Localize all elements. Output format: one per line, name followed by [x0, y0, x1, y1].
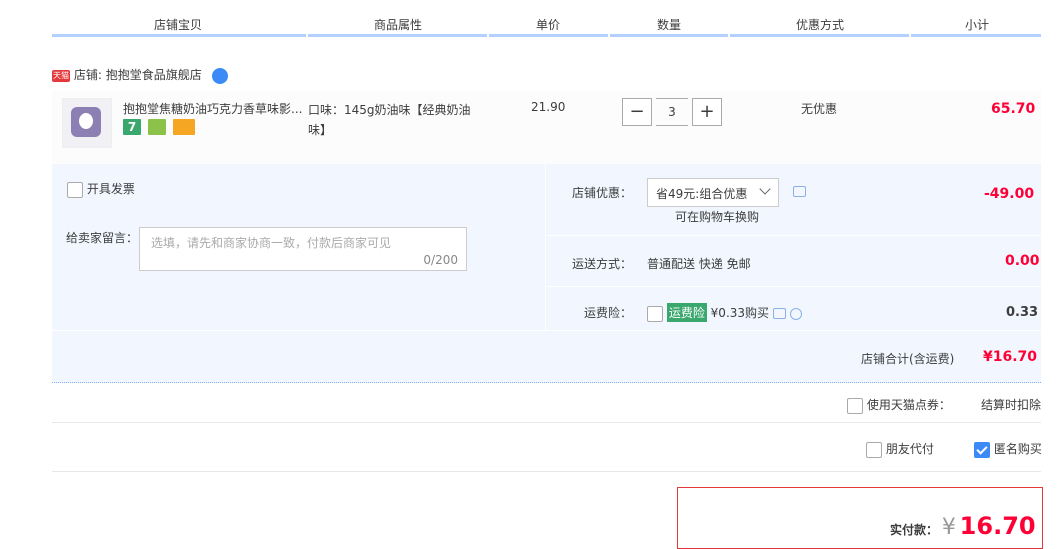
header-underline	[52, 34, 1041, 37]
attr-line-2: 味】	[308, 123, 333, 137]
pay-amount: 16.70	[959, 512, 1036, 540]
payment-summary: 实付款： ¥ 16.70	[677, 487, 1043, 549]
item-title[interactable]: 抱抱堂焦糖奶油巧克力香草味影...	[123, 100, 303, 117]
points-option[interactable]: 使用天猫点券：	[847, 396, 951, 414]
anonymous-checkbox[interactable]	[974, 441, 990, 458]
points-label: 使用天猫点券：	[866, 398, 951, 412]
store-line: 天猫 店铺: 抱抱堂食品旗舰店	[52, 66, 228, 84]
friend-pay-label: 朋友代付	[885, 442, 934, 456]
store-total-amount: ¥16.70	[983, 349, 1038, 365]
comment-icon[interactable]	[793, 186, 806, 197]
col-header-subtotal: 小计	[965, 18, 990, 32]
increase-button[interactable]: +	[692, 98, 722, 126]
invoice-label: 开具发票	[86, 182, 135, 196]
guarantee-icon	[147, 119, 166, 135]
anonymous-label: 匿名购买	[993, 442, 1042, 456]
decrease-button[interactable]: −	[622, 98, 652, 126]
store-discount-label: 店铺优惠：	[572, 186, 633, 200]
credit-card-icon	[172, 119, 195, 135]
service-badges: 7	[123, 119, 198, 135]
col-header-item: 店铺宝贝	[154, 18, 203, 32]
store-discount-amount: -49.00	[984, 186, 1035, 202]
memo-placeholder: 选填，请先和商家协商一致，付款后商家可见	[151, 236, 392, 250]
help-icon[interactable]	[789, 307, 802, 320]
store-label: 店铺:	[73, 68, 102, 82]
unit-price: 21.90	[531, 100, 566, 114]
insurance-label: 运费险：	[584, 306, 633, 320]
store-discount-selected: 省49元:组合优惠	[656, 187, 748, 201]
insurance-price: ¥0.33购买	[710, 306, 770, 320]
friend-pay-checkbox[interactable]	[866, 441, 882, 458]
chevron-down-icon	[759, 183, 771, 195]
store-total-label: 店铺合计(含运费)	[861, 352, 955, 366]
chat-icon[interactable]	[211, 67, 228, 84]
quantity-input[interactable]: 3	[656, 98, 688, 126]
attr-line-1: 口味：145g奶油味【经典奶油	[308, 103, 471, 117]
insurance-amount: 0.33	[1006, 305, 1039, 320]
col-header-discount: 优惠方式	[796, 18, 845, 32]
seven-day-return-icon: 7	[123, 119, 141, 135]
comment-icon[interactable]	[772, 308, 786, 319]
friend-pay-option[interactable]: 朋友代付	[866, 440, 934, 458]
tmall-icon: 天猫	[52, 69, 70, 82]
insurance-tag: 运费险	[666, 303, 707, 322]
col-header-price: 单价	[536, 18, 561, 32]
shipping-amount: 0.00	[1005, 253, 1040, 269]
item-discount: 无优惠	[801, 102, 838, 116]
shipping-label: 运送方式：	[572, 257, 633, 271]
invoice-option[interactable]: 开具发票	[67, 180, 135, 198]
pay-currency: ¥	[941, 515, 956, 540]
points-note: 结算时扣除	[981, 398, 1042, 412]
store-name[interactable]: 抱抱堂食品旗舰店	[106, 68, 202, 82]
item-attributes: 口味：145g奶油味【经典奶油 味】	[308, 100, 471, 140]
shipping-value: 普通配送 快递 免邮	[647, 257, 751, 271]
quantity-stepper: −3 +	[622, 98, 722, 126]
memo-label: 给卖家留言：	[66, 231, 139, 245]
col-header-attr: 商品属性	[374, 18, 423, 32]
points-checkbox[interactable]	[847, 397, 863, 414]
item-subtotal: 65.70	[991, 101, 1036, 117]
insurance-option[interactable]: 运费险 ¥0.33购买	[647, 303, 802, 322]
invoice-checkbox[interactable]	[67, 181, 83, 198]
anonymous-option[interactable]: 匿名购买	[974, 440, 1042, 458]
memo-textarea[interactable]: 选填，请先和商家协商一致，付款后商家可见 0/200	[139, 227, 467, 271]
memo-counter: 0/200	[423, 253, 458, 267]
pay-label: 实付款：	[890, 523, 939, 537]
insurance-checkbox[interactable]	[647, 305, 663, 322]
product-thumbnail[interactable]	[62, 98, 112, 148]
col-header-qty: 数量	[657, 18, 682, 32]
store-discount-select[interactable]: 省49元:组合优惠	[647, 178, 779, 207]
store-discount-note[interactable]: 可在购物车换购	[675, 208, 759, 225]
